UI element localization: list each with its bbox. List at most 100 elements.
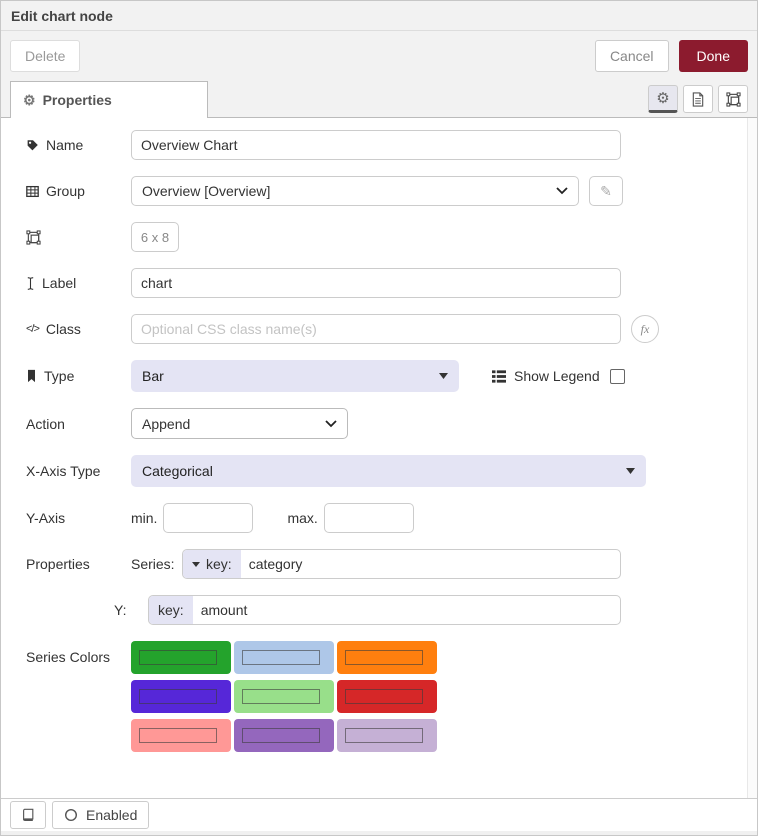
series-type-button[interactable]: key:	[183, 550, 241, 578]
series-color-swatch-9[interactable]	[337, 719, 437, 752]
edit-chart-node-dialog: Edit chart node Delete Cancel Done ⚙ Pro…	[0, 0, 758, 836]
done-button[interactable]: Done	[679, 40, 748, 72]
show-legend-label: Show Legend	[514, 368, 600, 384]
series-colors-row: Series Colors	[26, 641, 732, 752]
group-selected-value: Overview [Overview]	[142, 183, 270, 199]
y-key-type-button[interactable]: key:	[149, 596, 193, 624]
series-property-row: Properties Series: key: category	[26, 549, 732, 579]
x-axis-row: X-Axis Type Categorical	[26, 455, 732, 487]
dialog-toolbar: Delete Cancel Done	[1, 31, 757, 81]
tab-properties-label: Properties	[43, 92, 112, 108]
series-typed-input[interactable]: key: category	[182, 549, 621, 579]
color-input[interactable]	[242, 689, 320, 704]
y-property-row: Y: key: amount	[114, 595, 732, 625]
color-input[interactable]	[242, 728, 320, 743]
document-icon	[692, 92, 704, 107]
scrollbar[interactable]	[747, 118, 757, 798]
chevron-down-icon	[556, 187, 568, 195]
delete-button[interactable]: Delete	[10, 40, 80, 72]
y-axis-row: Y-Axis min. max.	[26, 503, 732, 533]
label-field-label: Label	[42, 275, 76, 291]
series-key-label: key:	[206, 556, 232, 572]
class-row: </> Class fx	[26, 314, 732, 344]
series-color-swatch-5[interactable]	[234, 680, 334, 713]
y-max-input[interactable]	[324, 503, 414, 533]
properties-icon-button[interactable]: ⚙	[648, 85, 678, 113]
y-max-label: max.	[287, 510, 317, 526]
x-axis-type-select[interactable]: Categorical	[131, 455, 646, 487]
y-typed-input[interactable]: key: amount	[148, 595, 621, 625]
dialog-bottom-strip	[1, 831, 757, 835]
enabled-toggle-button[interactable]: Enabled	[52, 801, 149, 829]
group-label: Group	[46, 183, 85, 199]
tab-icon-group: ⚙	[648, 85, 748, 113]
size-icon	[26, 230, 41, 245]
series-key-value[interactable]: category	[241, 550, 311, 578]
class-fx-button[interactable]: fx	[631, 315, 659, 343]
tag-icon	[26, 139, 39, 152]
y-property-label: Y:	[114, 602, 148, 618]
color-input[interactable]	[139, 728, 217, 743]
action-selected-value: Append	[142, 416, 190, 432]
list-icon	[492, 370, 506, 383]
group-select[interactable]: Overview [Overview]	[131, 176, 579, 206]
series-color-swatch-8[interactable]	[234, 719, 334, 752]
series-colors-label: Series Colors	[26, 649, 110, 665]
series-color-swatch-6[interactable]	[337, 680, 437, 713]
label-input[interactable]	[131, 268, 621, 298]
chevron-down-icon	[325, 420, 337, 428]
enabled-label: Enabled	[86, 807, 137, 823]
docs-button[interactable]	[10, 801, 46, 829]
book-icon	[21, 808, 35, 822]
code-icon: </>	[26, 323, 39, 335]
tab-properties[interactable]: ⚙ Properties	[10, 81, 208, 118]
color-input[interactable]	[345, 650, 423, 665]
i-cursor-icon	[26, 276, 35, 291]
fx-icon: fx	[641, 322, 650, 337]
properties-label: Properties	[26, 556, 90, 572]
color-input[interactable]	[139, 650, 217, 665]
series-color-swatch-4[interactable]	[131, 680, 231, 713]
color-input[interactable]	[139, 689, 217, 704]
appearance-icon-button[interactable]	[718, 85, 748, 113]
object-group-icon	[726, 92, 741, 107]
gear-icon: ⚙	[23, 92, 36, 109]
show-legend-group: Show Legend	[492, 368, 625, 384]
x-axis-label: X-Axis Type	[26, 463, 100, 479]
class-input[interactable]	[131, 314, 621, 344]
size-row: 6 x 8	[26, 222, 732, 252]
y-min-label: min.	[131, 510, 157, 526]
caret-down-icon	[192, 562, 200, 567]
series-color-swatch-2[interactable]	[234, 641, 334, 674]
edit-group-button[interactable]: ✎	[589, 176, 623, 206]
table-icon	[26, 185, 39, 198]
class-label: Class	[46, 321, 81, 337]
show-legend-checkbox[interactable]	[610, 369, 625, 384]
name-row: Name	[26, 130, 732, 160]
tab-bar: ⚙ Properties ⚙	[1, 81, 757, 118]
y-min-input[interactable]	[163, 503, 253, 533]
color-input[interactable]	[242, 650, 320, 665]
series-label: Series:	[131, 556, 182, 572]
action-row: Action Append	[26, 408, 732, 439]
size-button[interactable]: 6 x 8	[131, 222, 179, 252]
series-color-swatch-3[interactable]	[337, 641, 437, 674]
color-input[interactable]	[345, 689, 423, 704]
circle-icon	[64, 808, 78, 822]
action-select[interactable]: Append	[131, 408, 348, 439]
y-key-value[interactable]: amount	[193, 596, 256, 624]
chart-type-select[interactable]: Bar	[131, 360, 459, 392]
series-color-swatch-1[interactable]	[131, 641, 231, 674]
gear-icon: ⚙	[656, 89, 669, 107]
dialog-header: Edit chart node	[1, 1, 757, 31]
description-icon-button[interactable]	[683, 85, 713, 113]
action-label: Action	[26, 416, 65, 432]
caret-down-icon	[626, 468, 635, 474]
color-input[interactable]	[345, 728, 423, 743]
series-colors-grid	[131, 641, 437, 752]
name-input[interactable]	[131, 130, 621, 160]
cancel-button[interactable]: Cancel	[595, 40, 669, 72]
dialog-footer: Enabled	[1, 798, 757, 831]
series-color-swatch-7[interactable]	[131, 719, 231, 752]
type-row: Type Bar Show Legend	[26, 360, 732, 392]
